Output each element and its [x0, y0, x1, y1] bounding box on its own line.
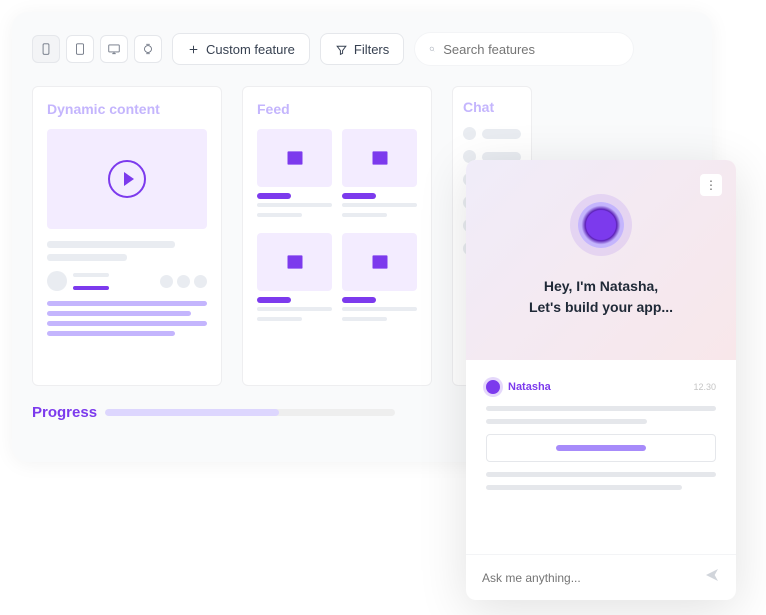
- feed-tile: [257, 129, 332, 223]
- placeholder-line: [47, 321, 207, 326]
- image-icon: [285, 252, 305, 272]
- tablet-icon: [73, 42, 87, 56]
- placeholder-line: [342, 193, 376, 199]
- assistant-orb-icon: [578, 202, 624, 248]
- placeholder-line: [342, 307, 417, 311]
- placeholder-line: [257, 297, 291, 303]
- feed-grid: [257, 129, 417, 327]
- progress-track: [105, 409, 395, 416]
- progress-fill: [105, 409, 279, 416]
- placeholder-line: [257, 213, 302, 217]
- feed-tile: [342, 129, 417, 223]
- placeholder-line: [486, 485, 682, 490]
- card-title: Dynamic content: [47, 101, 207, 117]
- feed-card[interactable]: Feed: [242, 86, 432, 386]
- card-title: Feed: [257, 101, 417, 117]
- toolbar: Custom feature Filters: [32, 32, 692, 66]
- filters-button[interactable]: Filters: [320, 33, 404, 65]
- dot-icon: [177, 275, 190, 288]
- chat-composer: [466, 554, 736, 600]
- desktop-icon: [107, 42, 121, 56]
- placeholder-line: [556, 445, 646, 451]
- chat-menu-button[interactable]: ⋮: [700, 174, 722, 196]
- dynamic-content-card[interactable]: Dynamic content: [32, 86, 222, 386]
- device-desktop-button[interactable]: [100, 35, 128, 63]
- placeholder-line: [47, 301, 207, 306]
- device-tablet-button[interactable]: [66, 35, 94, 63]
- chat-assistant-panel: ⋮ Hey, I'm Natasha, Let's build your app…: [466, 160, 736, 600]
- search-icon: [429, 42, 435, 56]
- image-icon: [370, 148, 390, 168]
- device-watch-button[interactable]: [134, 35, 162, 63]
- suggested-action-button[interactable]: [486, 434, 716, 462]
- placeholder-line: [257, 307, 332, 311]
- dot-icon: [160, 275, 173, 288]
- image-icon: [285, 148, 305, 168]
- sender-name: Natasha: [508, 381, 551, 393]
- hero-text: Hey, I'm Natasha, Let's build your app..…: [529, 276, 673, 318]
- chat-body: Natasha 12.30: [466, 360, 736, 554]
- chat-hero: ⋮ Hey, I'm Natasha, Let's build your app…: [466, 160, 736, 360]
- message-time: 12.30: [693, 382, 716, 392]
- dot-icon: [463, 127, 476, 140]
- feed-tile: [257, 233, 332, 327]
- placeholder-line: [486, 472, 716, 477]
- placeholder-line: [257, 203, 332, 207]
- custom-feature-button[interactable]: Custom feature: [172, 33, 310, 65]
- phone-icon: [39, 42, 53, 56]
- card-title: Chat: [463, 99, 521, 115]
- placeholder-line: [73, 286, 109, 290]
- custom-feature-label: Custom feature: [206, 42, 295, 57]
- placeholder-line: [486, 406, 716, 411]
- play-icon: [108, 160, 146, 198]
- filter-icon: [335, 43, 348, 56]
- hero-line-2: Let's build your app...: [529, 297, 673, 318]
- dot-icon: [194, 275, 207, 288]
- placeholder-line: [342, 213, 387, 217]
- filters-label: Filters: [354, 42, 389, 57]
- send-icon: [704, 567, 720, 583]
- plus-icon: [187, 43, 200, 56]
- image-icon: [370, 252, 390, 272]
- placeholder-line: [47, 331, 175, 336]
- avatar-row: [47, 271, 207, 291]
- placeholder-line: [47, 311, 191, 316]
- send-button[interactable]: [704, 567, 720, 588]
- feed-tile: [342, 233, 417, 327]
- placeholder-line: [47, 254, 127, 261]
- placeholder-line: [342, 203, 417, 207]
- placeholder-line: [257, 317, 302, 321]
- message-header: Natasha 12.30: [486, 380, 716, 394]
- media-preview: [47, 129, 207, 229]
- hero-line-1: Hey, I'm Natasha,: [529, 276, 673, 297]
- search-box[interactable]: [414, 32, 634, 66]
- device-toggle-group: [32, 35, 162, 63]
- placeholder-line: [486, 419, 647, 424]
- placeholder-line: [342, 297, 376, 303]
- search-input[interactable]: [443, 42, 619, 57]
- placeholder-line: [482, 129, 521, 139]
- watch-icon: [141, 42, 155, 56]
- progress-label: Progress: [32, 404, 97, 421]
- placeholder-line: [73, 273, 109, 277]
- composer-input[interactable]: [482, 571, 694, 585]
- avatar-icon: [47, 271, 67, 291]
- placeholder-line: [342, 317, 387, 321]
- placeholder-line: [47, 241, 175, 248]
- device-phone-button[interactable]: [32, 35, 60, 63]
- sender-avatar-icon: [486, 380, 500, 394]
- placeholder-line: [257, 193, 291, 199]
